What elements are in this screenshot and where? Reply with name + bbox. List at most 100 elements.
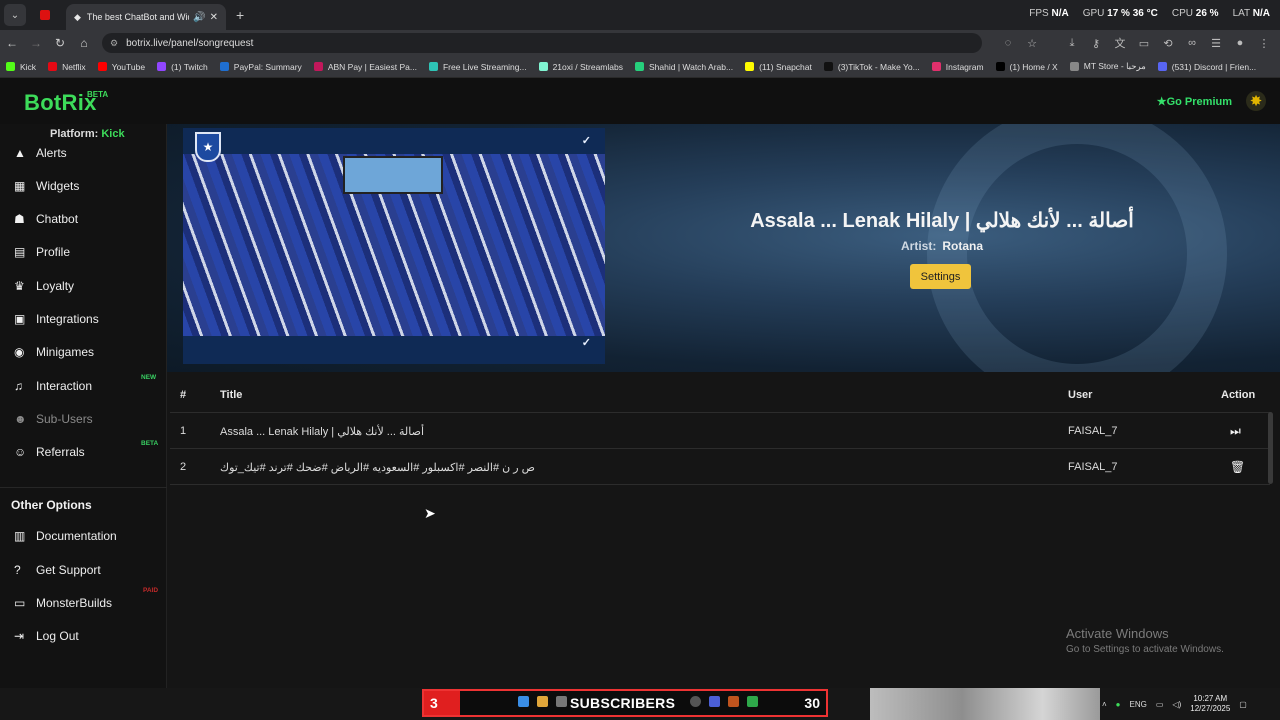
botrix-logo[interactable]: BotRix (24, 90, 97, 116)
sidebar-item-sub-users[interactable]: ☻ Sub-Users (14, 407, 164, 431)
settings-button[interactable]: Settings (910, 264, 971, 289)
xbox-icon[interactable] (747, 696, 758, 707)
file-explorer-icon[interactable] (537, 696, 548, 707)
sidebar-item-widgets[interactable]: ▦ Widgets (14, 174, 164, 198)
extension-icon[interactable]: ⚷ (1084, 37, 1108, 50)
sidebar-item-alerts[interactable]: ▲ Alerts (14, 141, 164, 165)
bookmark-item[interactable]: YouTube (97, 62, 145, 72)
profile-icon[interactable]: ● (1228, 37, 1252, 49)
sidebar-item-log-out[interactable]: ⇥ Log Out (14, 624, 164, 648)
bookmark-label: Free Live Streaming... (442, 61, 527, 72)
chevron-up-icon[interactable]: ˄ (1102, 700, 1107, 709)
go-premium-button[interactable]: ★Go Premium (1157, 95, 1232, 108)
sidebar-item-label: Loyalty (36, 279, 75, 293)
bookmark-label: Netflix (62, 61, 86, 72)
bookmark-favicon-icon (538, 62, 548, 71)
sidebar-item-integrations[interactable]: ▣ Integrations (14, 307, 164, 331)
gamepad-icon: ◉ (14, 345, 25, 359)
video-thumbnail[interactable]: ★ ✓ ✓ (183, 128, 605, 364)
bookmark-item[interactable]: Kick (6, 62, 36, 72)
obs-icon[interactable] (690, 696, 701, 707)
sidebar-item-profile[interactable]: ▤ Profile (14, 240, 164, 264)
bookmark-label: MT Store - مرحبا (1083, 61, 1146, 71)
sidebar-item-documentation[interactable]: ▥ Documentation (14, 524, 164, 548)
tab-kick[interactable] (34, 4, 56, 26)
bookmark-item[interactable]: Free Live Streaming... (428, 61, 527, 72)
app-orange-icon[interactable] (728, 696, 739, 707)
platform-label: Platform: (50, 128, 99, 140)
link-icon[interactable]: ∞ (1180, 37, 1204, 49)
bookmark-item[interactable]: (1) Home / X (995, 61, 1058, 72)
new-tab-icon[interactable]: + (236, 7, 244, 23)
speaker-icon[interactable]: 🔊 (193, 12, 205, 23)
history-icon[interactable]: ⟲ (1156, 37, 1180, 50)
sidebar-item-label: Profile (36, 245, 71, 259)
discord-icon[interactable] (709, 696, 720, 707)
volume-icon[interactable]: ◁) (1172, 700, 1181, 709)
clock[interactable]: 10:27 AM 12/27/2025 (1190, 694, 1230, 714)
wallet-icon[interactable]: ▭ (1132, 37, 1156, 50)
language-indicator[interactable]: ENG (1130, 700, 1147, 709)
sidebar: Platform: Kick Other Options ▲ Alerts ▦ Wid… (0, 124, 167, 688)
trash-icon[interactable]: 🗑 (1230, 460, 1245, 474)
skip-forward-icon[interactable]: ⏭ (1230, 424, 1241, 439)
forward-icon[interactable]: → (24, 36, 48, 50)
table-scrollbar[interactable] (1268, 412, 1273, 484)
bookmark-item[interactable]: MT Store - مرحبا (1069, 61, 1146, 72)
bookmark-favicon-icon (931, 62, 941, 71)
star-icon[interactable]: ☆ (1020, 37, 1044, 50)
back-icon[interactable]: ← (0, 36, 24, 50)
eye-off-icon[interactable]: ◌ (996, 37, 1020, 49)
bookmark-item[interactable]: PayPal: Summary (219, 62, 302, 72)
notification-icon[interactable]: ▢ (1239, 700, 1247, 709)
translate-icon[interactable]: 文 (1108, 35, 1132, 51)
reload-icon[interactable]: ↻ (48, 36, 72, 50)
sidebar-item-chatbot[interactable]: ☗ Chatbot (14, 207, 164, 231)
app-icon[interactable] (556, 696, 567, 707)
logout-icon: ⇥ (14, 629, 25, 643)
url-text: botrix.live/panel/songrequest (126, 37, 254, 49)
start-icon[interactable] (518, 696, 529, 707)
bookmark-item[interactable]: (1) Twitch (157, 62, 208, 72)
stadium-screen (343, 156, 443, 194)
sidebar-badge: NEW (141, 374, 157, 381)
sidebar-item-monsterbuilds[interactable]: ▭ MonsterBuilds (14, 591, 164, 615)
url-field[interactable]: ⚙ botrix.live/panel/songrequest (102, 33, 982, 53)
cpu-value: 26 % (1195, 8, 1219, 19)
subscriber-goal-widget: 3 SUBSCRIBERS 30 (422, 689, 828, 717)
bookmark-label: (1) Home / X (1009, 61, 1058, 72)
row-title: ص ر ن #النصر #اكسبلور #السعوديه #الرياض … (220, 462, 535, 474)
mouse-cursor-icon: ➤ (424, 505, 436, 521)
bookmark-label: Instagram (945, 61, 984, 72)
network-icon[interactable]: ▭ (1156, 700, 1164, 709)
tab-title: The best ChatBot and Widg (86, 12, 190, 22)
tab-botrix[interactable]: ◆ The best ChatBot and Widg 🔊 ✕ (66, 4, 226, 30)
bookmarks-bar: Kick Netflix YouTube (1) Twitch PayPal: Summ… (0, 56, 1280, 78)
artist-value: Rotana (942, 239, 983, 253)
bookmark-item[interactable]: (531) Discord | Frien... (1157, 62, 1256, 72)
row-title: Assala ... Lenak Hilaly | أصالة ... لأنك… (220, 426, 425, 438)
home-icon[interactable]: ⌂ (72, 36, 96, 50)
close-tab-icon[interactable]: ✕ (210, 12, 218, 23)
bookmark-item[interactable]: (3)TikTok - Make Yo... (823, 62, 920, 72)
bookmark-item[interactable]: (11) Snapchat (745, 62, 812, 72)
bookmark-item[interactable]: 21oxi / Streamlabs (538, 62, 623, 72)
tab-search-button[interactable]: ⌄ (4, 4, 26, 26)
sidebar-item-minigames[interactable]: ◉ Minigames (14, 340, 164, 364)
bookmark-item[interactable]: Instagram (931, 61, 984, 72)
user-avatar[interactable]: ✸ (1246, 91, 1266, 111)
sidebar-item-loyalty[interactable]: ♛ Loyalty (14, 274, 164, 298)
sidebar-item-get-support[interactable]: ? Get Support (14, 558, 164, 582)
bookmark-favicon-icon (157, 62, 167, 71)
bookmark-item[interactable]: Netflix (48, 62, 86, 72)
row-user: FAISAL_7 (1068, 461, 1118, 473)
subscriber-count: 3 (424, 691, 460, 715)
bookmark-favicon-icon (995, 62, 1005, 71)
menu-icon[interactable]: ⋮ (1252, 37, 1276, 50)
bookmark-item[interactable]: Shahid | Watch Arab... (634, 62, 733, 72)
mic-icon[interactable]: ● (1116, 700, 1121, 709)
bookmark-item[interactable]: ABN Pay | Easiest Pa... (313, 62, 417, 72)
reading-list-icon[interactable]: ☰ (1204, 37, 1228, 50)
site-info-icon[interactable]: ⚙ (110, 38, 118, 49)
download-icon[interactable]: ⤓ (1060, 37, 1084, 50)
